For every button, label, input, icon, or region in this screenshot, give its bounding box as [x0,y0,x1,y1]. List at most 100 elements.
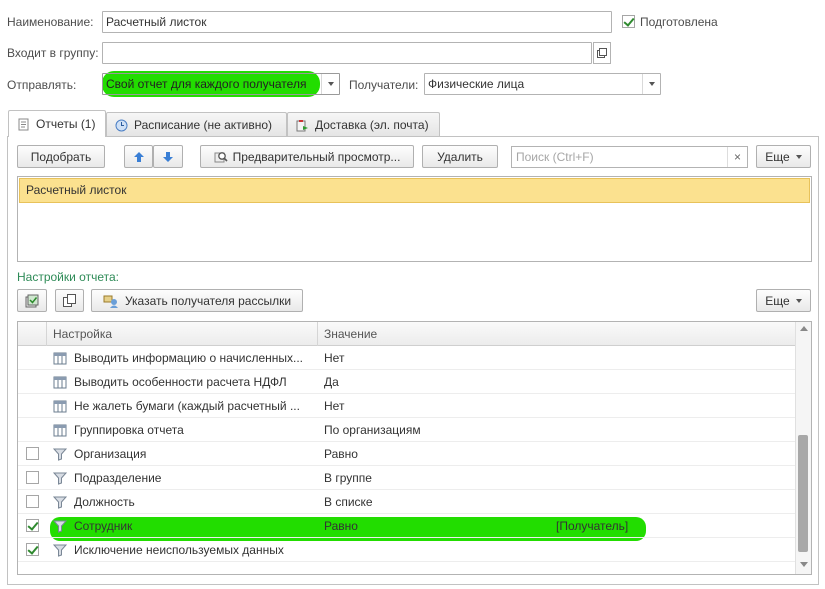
setting-name: Организация [74,447,147,461]
setting-extra: [Получатель] [556,519,629,533]
delivery-icon [296,119,308,131]
reports-list: Расчетный листок [17,176,812,262]
name-label: Наименование: [7,15,94,29]
recipients-dropdown-button[interactable] [642,74,660,94]
filter-icon [52,447,68,461]
settings-title: Настройки отчета: [17,270,119,284]
standard-settings-button[interactable] [17,289,47,312]
copy-settings-button[interactable] [55,289,84,312]
checkbox-checked-icon [622,15,635,28]
row-checkbox[interactable] [26,543,39,559]
close-icon: × [733,150,741,164]
send-select[interactable]: Свой отчет для каждого получателя [102,73,340,95]
specify-recipient-button[interactable]: Указать получателя рассылки [91,289,303,312]
column-header-setting[interactable]: Настройка [53,322,112,346]
list-item[interactable]: Расчетный листок [19,178,810,203]
send-value: Свой отчет для каждого получателя [106,77,307,91]
table-row[interactable]: Подразделение В группе [18,466,796,490]
table-icon [53,423,67,437]
table-row[interactable]: Не жалеть бумаги (каждый расчетный ... Не… [18,394,796,418]
move-down-button[interactable] [153,145,183,168]
name-input[interactable]: Расчетный листок [102,11,612,33]
settings-check-icon [25,294,39,307]
tab-reports[interactable]: Отчеты (1) [8,110,106,137]
setting-value[interactable]: В списке [324,490,544,514]
recipients-value: Физические лица [428,77,525,91]
scroll-down-icon[interactable] [800,562,808,567]
filter-icon [52,471,68,485]
setting-value[interactable]: Равно [324,442,544,466]
tab-reports-label: Отчеты (1) [36,117,96,131]
group-label: Входит в группу: [7,46,99,60]
row-checkbox[interactable] [26,495,39,511]
setting-value[interactable]: Равно [324,514,544,538]
filter-icon [52,519,68,533]
table-row[interactable]: Выводить особенности расчета НДФЛ Да [18,370,796,394]
grid-header: Настройка Значение [18,322,796,346]
settings-more-button[interactable]: Еще [756,289,811,312]
search-input[interactable]: Поиск (Ctrl+F) × [511,146,748,168]
chevron-down-icon [795,298,802,303]
setting-value[interactable] [324,538,544,562]
prepared-checkbox[interactable] [622,15,635,31]
grid-scrollbar[interactable] [795,322,811,574]
report-icon [18,118,29,130]
table-row[interactable]: Группировка отчета По организациям [18,418,796,442]
recipient-icon [103,295,118,308]
copy-icon [63,294,76,307]
recipients-label: Получатели: [349,78,419,92]
clear-search-button[interactable]: × [727,147,747,167]
setting-name: Группировка отчета [74,423,184,437]
schedule-icon [115,119,128,131]
table-row[interactable]: Организация Равно [18,442,796,466]
settings-more-label: Еще [765,293,790,308]
setting-value[interactable]: Нет [324,346,544,370]
setting-value[interactable]: Нет [324,394,544,418]
search-placeholder: Поиск (Ctrl+F) [516,150,594,164]
column-header-value[interactable]: Значение [324,322,377,346]
pick-button[interactable]: Подобрать [17,145,105,168]
chevron-down-icon [795,154,802,159]
row-checkbox[interactable] [26,519,39,535]
open-icon [597,48,607,58]
setting-name: Должность [74,495,135,509]
recipients-select[interactable]: Физические лица [424,73,661,95]
tab-schedule[interactable]: Расписание (не активно) [106,112,287,137]
chevron-down-icon [327,82,334,86]
setting-name: Выводить информацию о начисленных... [74,351,304,365]
tab-schedule-label: Расписание (не активно) [134,118,273,132]
table-row[interactable]: Сотрудник Равно [Получатель] [18,514,796,538]
checkbox-checked-icon [26,519,39,532]
group-open-button[interactable] [593,42,611,64]
specify-recipient-label: Указать получателя рассылки [124,293,292,308]
setting-value[interactable]: В группе [324,466,544,490]
tab-delivery[interactable]: Доставка (эл. почта) [287,112,440,137]
magnifier-icon [214,151,228,162]
checkbox-unchecked-icon [26,495,39,508]
setting-value[interactable]: Да [324,370,544,394]
table-row[interactable]: Должность В списке [18,490,796,514]
checkbox-unchecked-icon [26,447,39,460]
chevron-down-icon [648,82,655,86]
arrow-down-icon [163,151,173,162]
group-input[interactable] [102,42,592,64]
tab-delivery-label: Доставка (эл. почта) [315,118,429,132]
send-dropdown-button[interactable] [321,74,339,94]
move-up-button[interactable] [124,145,153,168]
row-checkbox[interactable] [26,471,39,487]
setting-name: Исключение неиспользуемых данных [74,543,284,557]
setting-name: Подразделение [74,471,162,485]
table-row[interactable]: Исключение неиспользуемых данных [18,538,796,562]
more-button[interactable]: Еще [756,145,811,168]
row-checkbox[interactable] [26,447,39,463]
table-row[interactable]: Выводить информацию о начисленных... Нет [18,346,796,370]
preview-button[interactable]: Предварительный просмотр... [200,145,414,168]
delete-button[interactable]: Удалить [422,145,498,168]
setting-value[interactable]: По организациям [324,418,544,442]
scroll-up-icon[interactable] [800,326,808,331]
scroll-thumb[interactable] [798,435,808,552]
setting-name: Выводить особенности расчета НДФЛ [74,375,287,389]
table-icon [53,399,67,413]
filter-icon [52,543,68,557]
filter-icon [52,495,68,509]
